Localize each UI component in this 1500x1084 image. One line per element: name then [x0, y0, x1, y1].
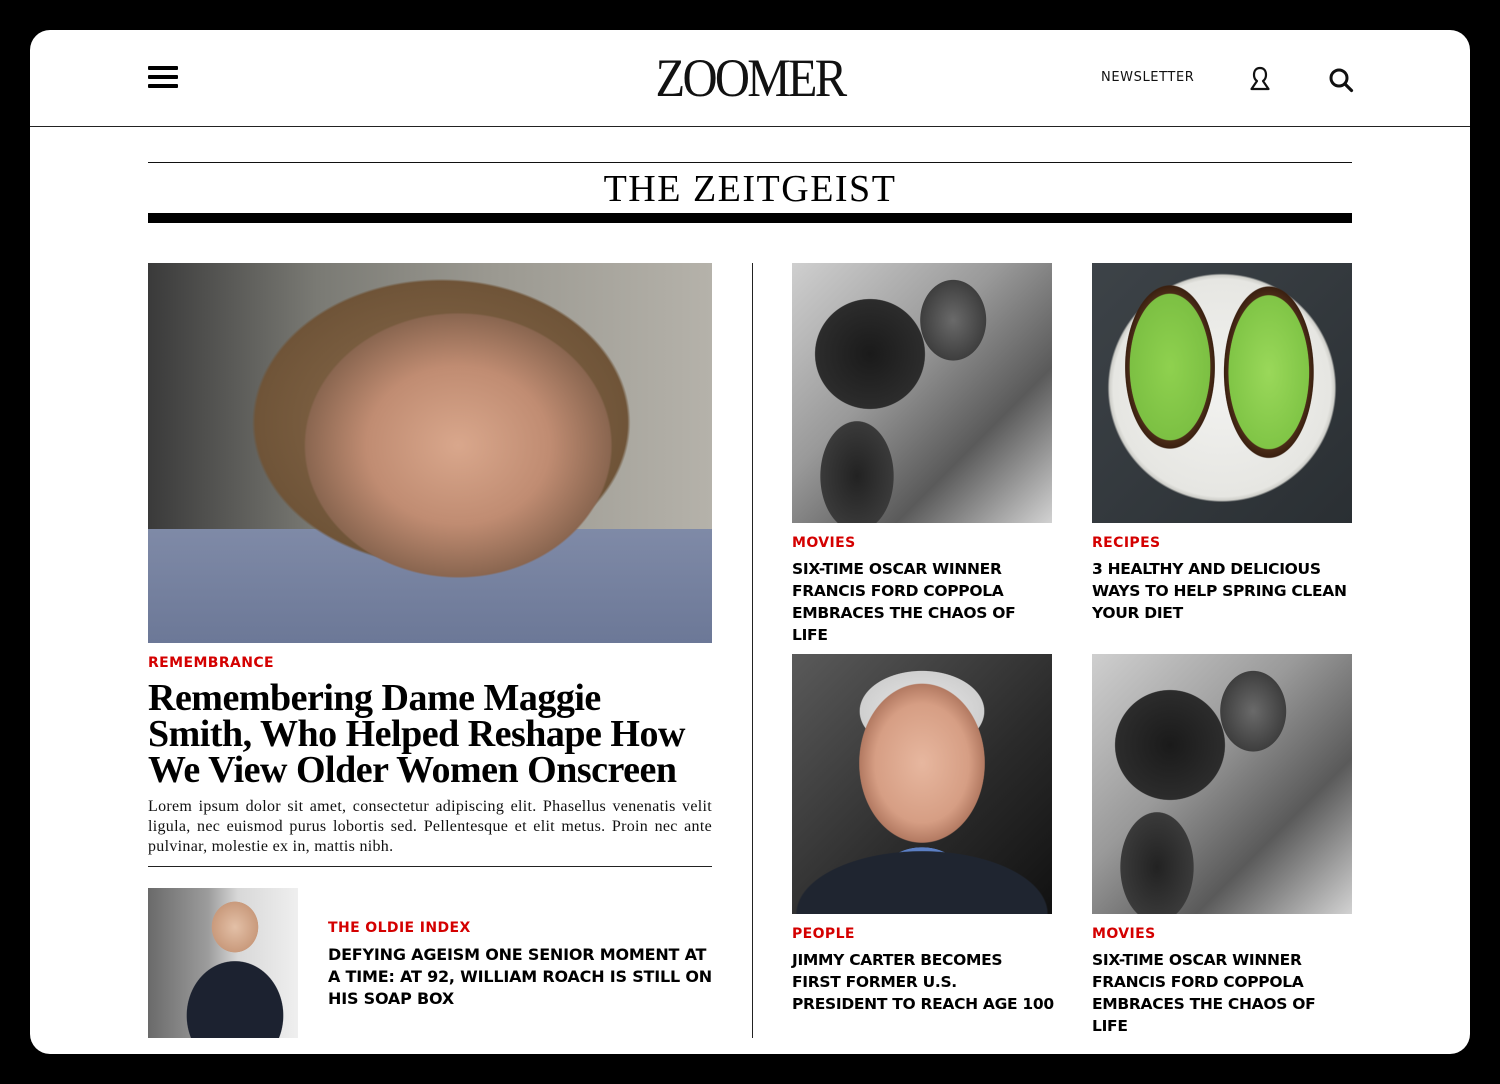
section-title: THE ZEITGEIST [603, 168, 897, 210]
card-headline[interactable]: 3 HEALTHY AND DELICIOUS WAYS TO HELP SPR… [1092, 558, 1354, 624]
card-headline[interactable]: SIX-TIME OSCAR WINNER FRANCIS FORD COPPO… [792, 558, 1054, 646]
section-rule-top [148, 162, 1352, 163]
card-category[interactable]: PEOPLE [792, 926, 855, 942]
site-logo[interactable]: ZOOMER [102, 48, 1398, 108]
browser-frame: ZOOMER NEWSLETTER THE ZEITGEIST REMEMBRA… [30, 30, 1470, 1054]
card-image[interactable] [1092, 263, 1352, 523]
feature-headline[interactable]: Remembering Dame Maggie Smith, Who Helpe… [148, 679, 712, 789]
section-rule-bottom [148, 213, 1352, 223]
newsletter-link[interactable]: NEWSLETTER [1101, 70, 1194, 85]
user-icon-graphic [1250, 66, 1270, 91]
site-header: ZOOMER NEWSLETTER [30, 30, 1470, 127]
feature-image[interactable] [148, 263, 712, 643]
card-headline[interactable]: SIX-TIME OSCAR WINNER FRANCIS FORD COPPO… [1092, 949, 1354, 1037]
feature-divider [148, 866, 712, 867]
card-category[interactable]: MOVIES [792, 535, 856, 551]
secondary-image[interactable] [148, 888, 298, 1038]
card-headline[interactable]: JIMMY CARTER BECOMES FIRST FORMER U.S. P… [792, 949, 1054, 1015]
secondary-category[interactable]: THE OLDIE INDEX [328, 920, 471, 936]
column-divider [752, 263, 753, 1038]
search-icon-graphic [1329, 68, 1354, 93]
card-category[interactable]: MOVIES [1092, 926, 1156, 942]
user-icon[interactable] [1248, 66, 1272, 92]
feature-category[interactable]: REMEMBRANCE [148, 655, 274, 671]
secondary-headline[interactable]: DEFYING AGEISM ONE SENIOR MOMENT AT A TI… [328, 944, 718, 1010]
logo-text: ZOOMER [655, 48, 848, 108]
feature-excerpt: Lorem ipsum dolor sit amet, consectetur … [148, 798, 712, 855]
search-icon[interactable] [1328, 67, 1354, 93]
card-image[interactable] [1092, 654, 1352, 914]
card-image[interactable] [792, 654, 1052, 914]
card-category[interactable]: RECIPES [1092, 535, 1161, 551]
card-image[interactable] [792, 263, 1052, 523]
